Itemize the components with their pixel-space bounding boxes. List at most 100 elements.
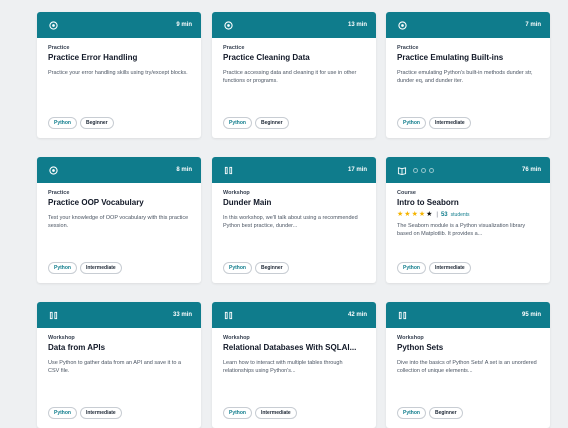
course-card[interactable]: 76 min Course Intro to Seaborn ★ ★ ★ ★ ★… xyxy=(386,157,550,283)
book-icon xyxy=(397,165,407,175)
course-card[interactable]: 9 min Practice Practice Error Handling P… xyxy=(37,12,201,138)
card-tags: Python Beginner xyxy=(397,407,463,419)
tag-level[interactable]: Beginner xyxy=(79,117,114,129)
card-header: 17 min xyxy=(212,157,376,183)
star-icon: ★ xyxy=(426,211,433,218)
card-duration: 8 min xyxy=(176,167,192,173)
course-card[interactable]: 17 min Workshop Dunder Main In this work… xyxy=(212,157,376,283)
card-type: Course xyxy=(397,190,416,196)
card-title[interactable]: Python Sets xyxy=(397,343,539,352)
tag-language[interactable]: Python xyxy=(223,262,252,274)
tag-level[interactable]: Beginner xyxy=(254,262,289,274)
card-tags: Python Intermediate xyxy=(223,407,297,419)
card-description: In this workshop, we'll talk about using… xyxy=(223,215,358,229)
card-tags: Python Intermediate xyxy=(48,407,122,419)
rating: ★ ★ ★ ★ ★ | 53 students xyxy=(397,211,539,218)
tag-language[interactable]: Python xyxy=(397,407,426,419)
star-icon: ★ xyxy=(397,211,404,218)
card-duration: 76 min xyxy=(521,167,541,173)
card-title[interactable]: Practice Cleaning Data xyxy=(223,53,365,62)
tag-language[interactable]: Python xyxy=(397,262,426,274)
progress-dots xyxy=(413,167,434,173)
tag-level[interactable]: Beginner xyxy=(428,407,463,419)
card-title[interactable]: Intro to Seaborn xyxy=(397,198,539,207)
star-icon: ★ xyxy=(404,211,411,218)
card-header: 42 min xyxy=(212,302,376,328)
card-description: Practice your error handling skills usin… xyxy=(48,70,188,76)
course-card[interactable]: 95 min Workshop Python Sets Dive into th… xyxy=(386,302,550,428)
card-type: Practice xyxy=(223,45,245,51)
card-title[interactable]: Data from APIs xyxy=(48,343,190,352)
course-card[interactable]: 13 min Practice Practice Cleaning Data P… xyxy=(212,12,376,138)
card-type: Workshop xyxy=(223,190,250,196)
card-tags: Python Intermediate xyxy=(397,262,471,274)
card-header: 13 min xyxy=(212,12,376,38)
card-duration: 33 min xyxy=(172,312,192,318)
card-title[interactable]: Practice OOP Vocabulary xyxy=(48,198,190,207)
card-header: 33 min xyxy=(37,302,201,328)
card-type: Workshop xyxy=(48,335,75,341)
card-duration: 17 min xyxy=(347,167,367,173)
star-icon: ★ xyxy=(418,211,426,218)
tag-language[interactable]: Python xyxy=(48,262,77,274)
tag-level[interactable]: Beginner xyxy=(254,117,289,129)
tag-language[interactable]: Python xyxy=(397,117,426,129)
card-header: 9 min xyxy=(37,12,201,38)
students-label: students xyxy=(450,211,470,218)
card-tags: Python Intermediate xyxy=(397,117,471,129)
card-duration: 9 min xyxy=(176,22,192,28)
target-icon xyxy=(48,165,58,175)
course-card[interactable]: 7 min Practice Practice Emulating Built-… xyxy=(386,12,550,138)
tag-level[interactable]: Intermediate xyxy=(79,262,122,274)
card-description: Practice emulating Python's built-in met… xyxy=(397,70,533,84)
content-grid: 9 min Practice Practice Error Handling P… xyxy=(0,0,568,428)
card-title[interactable]: Dunder Main xyxy=(223,198,365,207)
card-tags: Python Beginner xyxy=(223,262,289,274)
star-icon: ★ xyxy=(411,211,418,218)
card-duration: 95 min xyxy=(521,312,541,318)
course-card[interactable]: 42 min Workshop Relational Databases Wit… xyxy=(212,302,376,428)
workshop-icon xyxy=(397,310,407,320)
tag-level[interactable]: Intermediate xyxy=(254,407,297,419)
card-type: Workshop xyxy=(223,335,250,341)
target-icon xyxy=(223,20,233,30)
card-header: 7 min xyxy=(386,12,550,38)
card-type: Practice xyxy=(397,45,419,51)
card-header: 95 min xyxy=(386,302,550,328)
card-description: Dive into the basics of Python Sets! A s… xyxy=(397,360,537,374)
card-type: Practice xyxy=(48,45,70,51)
card-description: Learn how to interact with multiple tabl… xyxy=(223,360,343,374)
target-icon xyxy=(397,20,407,30)
card-tags: Python Intermediate xyxy=(48,262,122,274)
card-tags: Python Beginner xyxy=(223,117,289,129)
tag-level[interactable]: Intermediate xyxy=(428,117,471,129)
card-title[interactable]: Relational Databases With SQLAl... xyxy=(223,343,365,352)
tag-language[interactable]: Python xyxy=(48,407,77,419)
card-description: The Seaborn module is a Python visualiza… xyxy=(397,223,526,237)
card-title[interactable]: Practice Emulating Built-ins xyxy=(397,53,539,62)
card-type: Workshop xyxy=(397,335,424,341)
card-header: 76 min xyxy=(386,157,550,183)
workshop-icon xyxy=(223,165,233,175)
card-duration: 13 min xyxy=(347,22,367,28)
card-type: Practice xyxy=(48,190,70,196)
workshop-icon xyxy=(223,310,233,320)
divider: | xyxy=(436,211,438,218)
workshop-icon xyxy=(48,310,58,320)
card-header: 8 min xyxy=(37,157,201,183)
card-description: Test your knowledge of OOP vocabulary wi… xyxy=(48,215,189,229)
card-title[interactable]: Practice Error Handling xyxy=(48,53,190,62)
tag-language[interactable]: Python xyxy=(48,117,77,129)
tag-language[interactable]: Python xyxy=(223,117,252,129)
card-description: Use Python to gather data from an API an… xyxy=(48,360,181,374)
tag-language[interactable]: Python xyxy=(223,407,252,419)
target-icon xyxy=(48,20,58,30)
tag-level[interactable]: Intermediate xyxy=(79,407,122,419)
card-duration: 7 min xyxy=(525,22,541,28)
card-tags: Python Beginner xyxy=(48,117,114,129)
card-description: Practice accessing data and cleaning it … xyxy=(223,70,357,84)
card-duration: 42 min xyxy=(347,312,367,318)
course-card[interactable]: 33 min Workshop Data from APIs Use Pytho… xyxy=(37,302,201,428)
tag-level[interactable]: Intermediate xyxy=(428,262,471,274)
course-card[interactable]: 8 min Practice Practice OOP Vocabulary T… xyxy=(37,157,201,283)
